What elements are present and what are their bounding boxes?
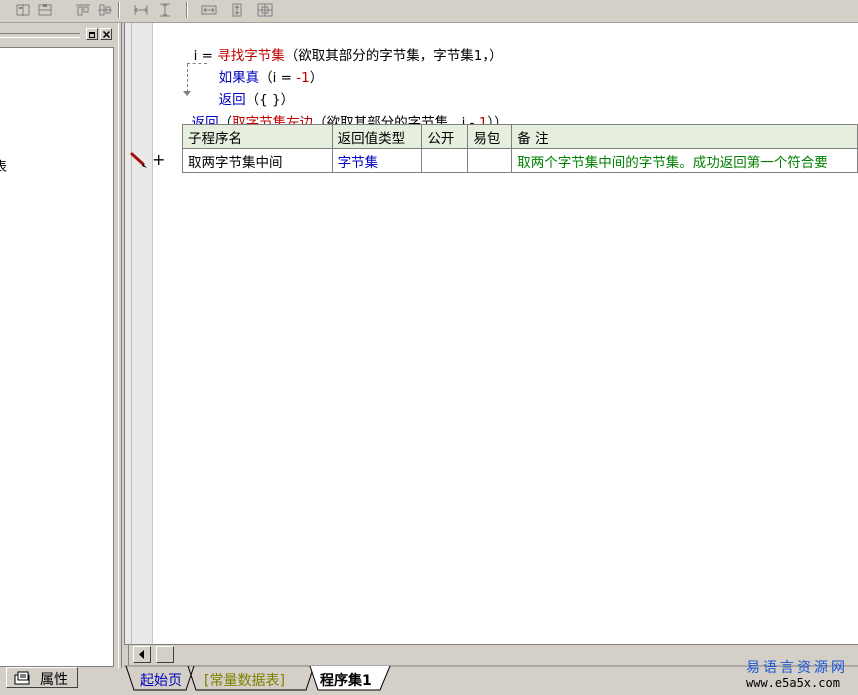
center-icon[interactable] [254, 1, 274, 19]
tree-item-text[interactable]: 表 [0, 156, 7, 175]
panel-grip[interactable] [0, 33, 80, 38]
expand-icon[interactable]: + [152, 150, 165, 169]
header-remark: 备 注 [511, 124, 858, 149]
horizontal-spacing-icon[interactable] [198, 1, 218, 19]
arrow-left-icon [139, 650, 144, 659]
scroll-left-button[interactable] [133, 646, 151, 663]
scrollbar-left-box [128, 645, 154, 666]
pencil-icon [130, 152, 147, 168]
tab-start-page[interactable]: 起始页 [140, 670, 182, 690]
scroll-thumb[interactable] [156, 646, 174, 663]
align-middle-icon[interactable] [94, 1, 114, 19]
flow-line-vertical [187, 64, 188, 92]
project-tree[interactable]: 表 [0, 47, 114, 667]
flow-line-horizontal [187, 63, 207, 64]
cell-package[interactable] [467, 148, 513, 173]
table-header-row: 子程序名 返回值类型 公开 易包 备 注 [182, 124, 858, 149]
cell-sub-name[interactable]: 取两字节集中间 [182, 148, 333, 173]
panel-splitter[interactable] [118, 23, 122, 668]
align-top-icon[interactable] [72, 1, 92, 19]
header-sub-name: 子程序名 [182, 124, 333, 149]
editor-gutter [125, 23, 153, 644]
header-return-type: 返回值类型 [331, 124, 423, 149]
properties-tab-label: 属性 [40, 672, 68, 688]
same-height-icon[interactable] [154, 1, 174, 19]
close-icon[interactable] [100, 28, 112, 40]
table-row[interactable]: 取两字节集中间 字节集 取两个字节集中间的字节集。成功返回第一个符合要 [182, 148, 858, 173]
left-dock-panel: 表 [0, 23, 124, 668]
sub-program-table: 子程序名 返回值类型 公开 易包 备 注 取两字节集中间 字节集 取两个字节集中… [182, 124, 858, 173]
cell-public[interactable] [421, 148, 469, 173]
panel-header [0, 28, 116, 42]
tab-program-set-1[interactable]: 程序集1 [320, 670, 372, 690]
align-left-icon[interactable] [12, 1, 32, 19]
watermark-site-name: 易语言资源网 [746, 660, 848, 676]
vertical-spacing-icon[interactable] [226, 1, 246, 19]
align-center-icon[interactable] [34, 1, 54, 19]
properties-icon [14, 671, 30, 685]
form-design-toolbar [0, 0, 858, 23]
same-width-icon[interactable] [130, 1, 150, 19]
header-package: 易包 [467, 124, 513, 149]
cell-remark[interactable]: 取两个字节集中间的字节集。成功返回第一个符合要 [511, 148, 858, 173]
watermark-url: www.e5a5x.com [746, 676, 840, 690]
restore-icon[interactable] [86, 28, 98, 40]
cell-return-type[interactable]: 字节集 [331, 148, 423, 173]
properties-tab[interactable]: 属性 [6, 667, 78, 688]
tab-constant-table[interactable]: [常量数据表] [204, 670, 285, 690]
header-public: 公开 [421, 124, 469, 149]
